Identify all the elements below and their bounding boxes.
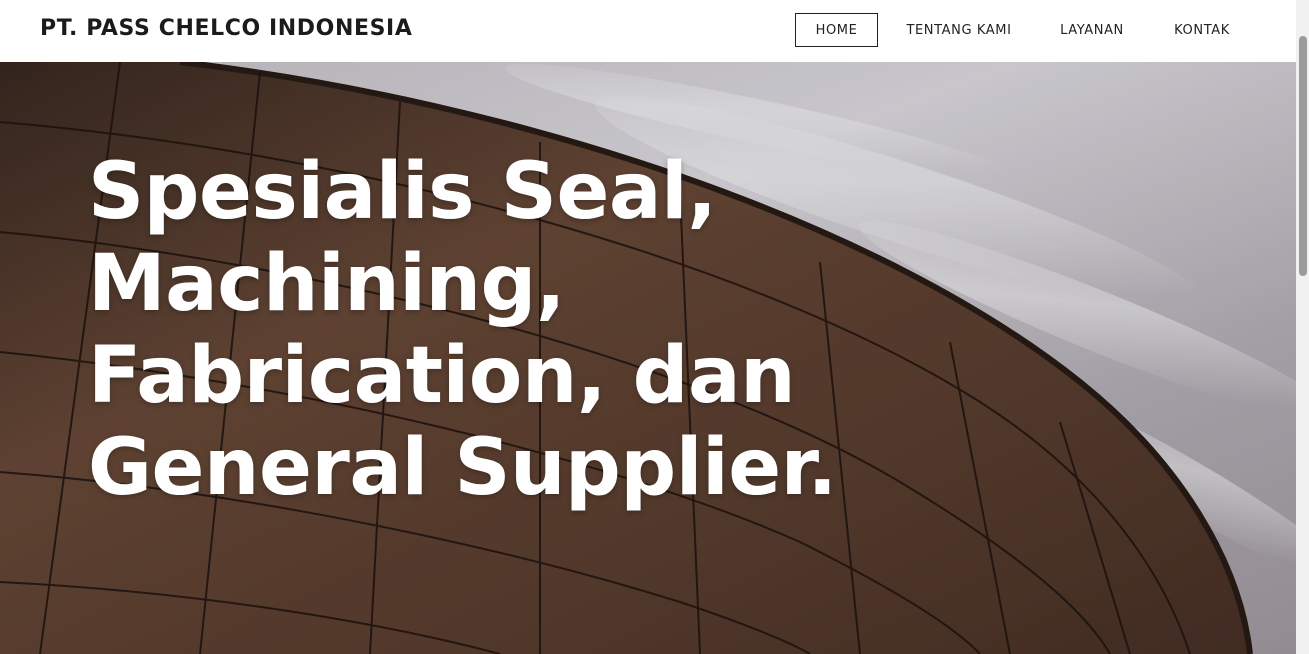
nav-contact-link[interactable]: KONTAK	[1165, 13, 1239, 47]
nav-services-link[interactable]: LAYANAN	[1050, 13, 1134, 47]
hero-headline-line-1: Spesialis Seal,	[88, 147, 717, 237]
hero-headline-line-3: Fabrication, dan	[88, 331, 796, 421]
hero-headline: Spesialis Seal, Machining, Fabrication, …	[88, 146, 988, 514]
nav-about-link[interactable]: TENTANG KAMI	[898, 13, 1020, 47]
top-navbar: PT. PASS CHELCO INDONESIA HOME TENTANG K…	[0, 0, 1296, 62]
hero-headline-line-2: Machining,	[88, 239, 566, 329]
brand-logo-text[interactable]: PT. PASS CHELCO INDONESIA	[40, 16, 412, 41]
page-scrollbar[interactable]	[1296, 0, 1309, 654]
hero-section: Spesialis Seal, Machining, Fabrication, …	[0, 62, 1296, 654]
scrollbar-thumb[interactable]	[1299, 36, 1307, 276]
nav-home-link[interactable]: HOME	[795, 13, 878, 47]
hero-headline-line-4: General Supplier.	[88, 423, 837, 513]
